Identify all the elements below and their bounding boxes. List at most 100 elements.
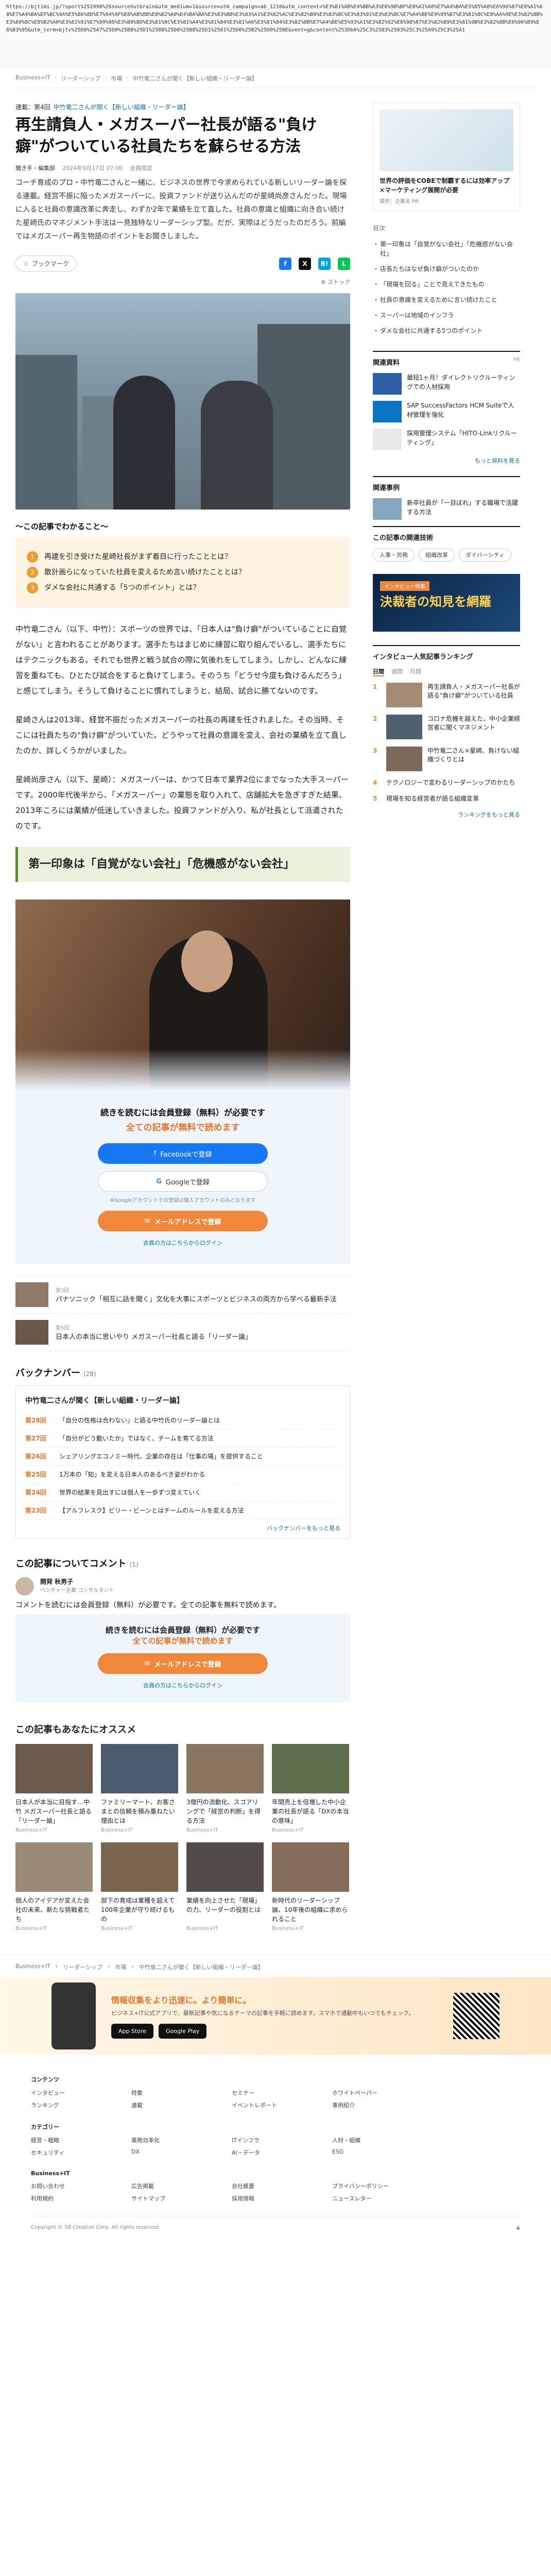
page-top-link[interactable]: ▲ xyxy=(516,2225,520,2230)
bookmark-button[interactable]: ☆ ブックマーク xyxy=(15,256,77,272)
takeaway-item[interactable]: 1 再建を引き受けた星崎社長がまず着目に行ったこととは？ xyxy=(27,551,339,563)
footer-link[interactable]: 広告掲載 xyxy=(131,2182,221,2190)
ranking-item[interactable]: 5 現場を知る経営者が語る組織変革 xyxy=(373,794,520,803)
recommend-card[interactable]: 個人のアイデアが変えた会社の未来、新たな挑戦者たち Business+IT xyxy=(15,1842,93,1931)
app-store-button[interactable]: App Store xyxy=(111,2024,154,2039)
author[interactable]: 聞き手・編集部 xyxy=(15,164,55,172)
takeaway-item[interactable]: 3 ダメな会社に共通する「5つのポイント」とは？ xyxy=(27,582,339,594)
backnumber-more-link[interactable]: バックナンバーをもっと見る xyxy=(25,1524,340,1532)
x-icon[interactable]: X xyxy=(299,257,311,270)
footer-link[interactable]: イベントレポート xyxy=(232,2101,322,2109)
stock-link[interactable]: ⊕ ストック xyxy=(15,278,350,286)
ranking-more-link[interactable]: ランキングをもっと見る xyxy=(373,810,520,819)
related-more-link[interactable]: もっと資料を見る xyxy=(373,456,520,465)
tag[interactable]: 人事・労務 xyxy=(373,548,415,562)
toc-item[interactable]: 社員の意識を変えるために言い続けたこと xyxy=(373,292,520,308)
footer-link[interactable]: セミナー xyxy=(232,2089,322,2097)
ranking-item[interactable]: 4 テクノロジーで変わるリーダーシップのかたち xyxy=(373,778,520,787)
backnumber-item[interactable]: 第26回 シェアリングエコノミー時代、企業の存在は「仕事の場」を提供すること xyxy=(25,1448,340,1466)
breadcrumb-item[interactable]: リーダーシップ xyxy=(63,1963,102,1971)
footer-link[interactable]: ESG xyxy=(332,2148,422,2157)
facebook-icon[interactable]: f xyxy=(279,257,291,270)
ranking-item[interactable]: 3 中竹竜二さん×星崎、負けない組織づくりとは xyxy=(373,747,520,771)
hatena-icon[interactable]: B! xyxy=(318,257,331,270)
facebook-register-button[interactable]: f Facebookで登録 xyxy=(98,1143,268,1164)
breadcrumb-item[interactable]: Business+IT xyxy=(15,74,50,82)
bookmark-icon: ☆ xyxy=(23,260,29,267)
line-icon[interactable]: L xyxy=(338,257,350,270)
backnumber-item[interactable]: 第28回 「自分の性格は合わない」と語る中竹氏のリーダー論とは xyxy=(25,1412,340,1430)
breadcrumb-item[interactable]: 市場 xyxy=(115,1963,126,1971)
recommend-card[interactable]: 日本人が本当に目指す…中竹 メガスーパー社長と語る「リーダー論」 Business… xyxy=(15,1744,93,1833)
related-doc[interactable]: SAP SuccessFactors HCM Suiteで人材管理を強化 xyxy=(373,401,520,422)
backnumber-item[interactable]: 第23回 【アルフレスク】ビリー・ビーンとはチームのルールを変える方法 xyxy=(25,1502,340,1520)
footer-link[interactable]: 事例紹介 xyxy=(332,2101,422,2109)
footer-link[interactable]: インタビュー xyxy=(31,2089,121,2097)
recommend-card[interactable]: 部下の育成は業種を超えて100年企業が守り続けるもの Business+IT xyxy=(101,1842,178,1931)
email-register-button[interactable]: ✉ メールアドレスで登録 xyxy=(98,1211,268,1231)
tab-daily[interactable]: 日間 xyxy=(373,667,384,676)
footer-link[interactable]: セキュリティ xyxy=(31,2148,121,2157)
recommend-card[interactable]: 業績を向上させた「現場」の力、リーダーの役割とは Business+IT xyxy=(186,1842,264,1931)
series-label[interactable]: 連載：第4回 中竹竜二さんが聞く【新しい組織・リーダー論】 xyxy=(15,103,350,111)
footer-link[interactable]: ホワイトペーパー xyxy=(332,2089,422,2097)
footer-link[interactable]: 採用情報 xyxy=(232,2194,322,2202)
recommend-card[interactable]: ファミリーマート、お客さまとの信頼を積み重ねたい理由とは Business+IT xyxy=(101,1744,178,1833)
related-case-heading: 関連事例 xyxy=(373,476,520,492)
card-source: Business+IT xyxy=(101,1827,133,1833)
footer-link[interactable]: 経営・戦略 xyxy=(31,2136,121,2144)
backnumber-item[interactable]: 第25回 1万本の「知」を変える日本人のあるべき姿がわかる xyxy=(25,1466,340,1484)
breadcrumb-item[interactable]: 中竹竜二さんが聞く【新しい組織・リーダー論】 xyxy=(139,1963,264,1971)
breadcrumb-item[interactable]: 中竹竜二さんが聞く【新しい組織・リーダー論】 xyxy=(133,74,257,82)
footer-link[interactable]: ランキング xyxy=(31,2101,121,2109)
footer-link[interactable]: プライバシーポリシー xyxy=(332,2182,422,2190)
related-doc[interactable]: 採用管理システム「HITO-Linkリクルーティング」 xyxy=(373,429,520,450)
footer-link[interactable]: 連載 xyxy=(131,2101,221,2109)
backnumber-item[interactable]: 第27回 「自分がどう動いたか」ではなく、チームを育てる方法 xyxy=(25,1430,340,1448)
toc-item[interactable]: 第一印象は「自覚がない会社」「危機感がない会社」 xyxy=(373,236,520,261)
address-bar[interactable]: https://bjtimi.jp/?sport%252098%26source… xyxy=(0,0,551,67)
footer-link[interactable]: AI・データ xyxy=(232,2148,322,2157)
login-link[interactable]: 会員の方はこちらからログイン xyxy=(143,1682,222,1689)
footer-link[interactable]: ニュースレター xyxy=(332,2194,422,2202)
related-item[interactable]: 第5回 日本人の本当に思いやり メガスーパー社長と語る「リーダー論」 xyxy=(15,1314,350,1351)
backnumber-item[interactable]: 第24回 世界の結果を見出すには個人を一歩ずつ変えていく xyxy=(25,1484,340,1502)
google-play-button[interactable]: Google Play xyxy=(159,2024,207,2039)
related-item[interactable]: 第3回 パナソニック「相互に話を聞く」文化を大事にスポーツとビジネスの両方から学べ… xyxy=(15,1276,350,1314)
gate-note: ※Googleアカウントでの登録は個人アカウントのみとなります xyxy=(110,1198,256,1204)
tab-weekly[interactable]: 週間 xyxy=(391,667,403,676)
card-title: 新時代のリーダーシップ論、10年後の組織に求められること xyxy=(272,1897,348,1923)
toc-item[interactable]: 店長たちはなぜ負け癖がついたのか xyxy=(373,261,520,277)
login-link[interactable]: 会員の方はこちらからログイン xyxy=(143,1240,222,1246)
ranking-item[interactable]: 2 コロナ危機を越えた、中小企業経営者に聞くマネジメント xyxy=(373,715,520,739)
toc-item[interactable]: 「現場を回る」ことで見えてきたもの xyxy=(373,277,520,292)
related-case[interactable]: 新卒社員が「一目ぼれ」する職場で活躍する方法 xyxy=(373,498,520,520)
tag[interactable]: ダイバーシティ xyxy=(459,548,511,562)
recommend-card[interactable]: 年間売上を倍増した中小企業の社長が語る「DXの本当の意味」 Business+IT xyxy=(272,1744,349,1833)
tab-monthly[interactable]: 月間 xyxy=(410,667,421,676)
toc-item[interactable]: スーパーは地域のインフラ xyxy=(373,308,520,323)
toc-item[interactable]: ダメな会社に共通する5つのポイント xyxy=(373,323,520,338)
footer-link[interactable]: ITインフラ xyxy=(232,2136,322,2144)
takeaway-item[interactable]: 2 散計画らになっていた社員を変えるため言い続けたこととは？ xyxy=(27,567,339,578)
ranking-item[interactable]: 1 再生請負人・メガスーパー社長が語る"負け癖"がついている社員 xyxy=(373,683,520,707)
interview-banner[interactable]: インタビュー特集 決裁者の知見を網羅 xyxy=(373,574,520,632)
breadcrumb-item[interactable]: 市場 xyxy=(111,74,122,82)
google-register-button[interactable]: G Googleで登録 xyxy=(98,1171,268,1192)
footer-link[interactable]: 特集 xyxy=(131,2089,221,2097)
footer-link[interactable]: お問い合わせ xyxy=(31,2182,121,2190)
sidebar-ad[interactable]: 世界の評価をCOBEで制覇するには効率アップ×マーケティング展開が必要 提供：企… xyxy=(373,103,520,211)
breadcrumb-item[interactable]: リーダーシップ xyxy=(61,74,100,82)
footer-link[interactable]: 会社概要 xyxy=(232,2182,322,2190)
footer-link[interactable]: 業務効率化 xyxy=(131,2136,221,2144)
recommend-card[interactable]: 3億円の流動化、スコアリングで「経営の判断」を得る方法 Business+IT xyxy=(186,1744,264,1833)
recommend-card[interactable]: 新時代のリーダーシップ論、10年後の組織に求められること Business+IT xyxy=(272,1842,349,1931)
footer-link[interactable]: 利用規約 xyxy=(31,2194,121,2202)
footer-link[interactable]: DX xyxy=(131,2148,221,2157)
breadcrumb-item[interactable]: Business+IT xyxy=(15,1963,50,1971)
tag[interactable]: 組織改革 xyxy=(419,548,455,562)
footer-link[interactable]: 人材・組織 xyxy=(332,2136,422,2144)
email-register-button[interactable]: ✉ メールアドレスで登録 xyxy=(98,1653,268,1674)
related-doc[interactable]: 最短1ヶ月！ダイレクトリクルーティングでの人材採用 xyxy=(373,373,520,395)
footer-link[interactable]: サイトマップ xyxy=(131,2194,221,2202)
